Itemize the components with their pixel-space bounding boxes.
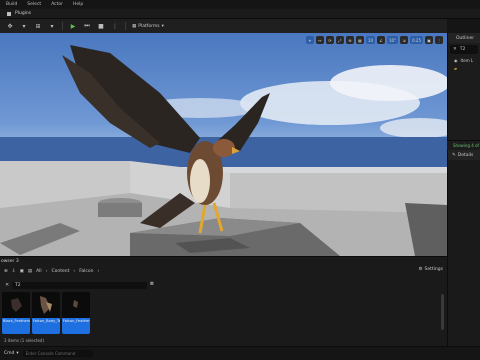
hawk-chest — [190, 159, 210, 203]
asset-label: Falcon_Feathers_Tex — [62, 318, 90, 334]
menu-help[interactable]: Help — [73, 2, 83, 7]
details-title-bar: ✎ Details — [448, 150, 480, 160]
vp-more-icon[interactable]: ⋮ — [435, 36, 443, 44]
content-browser-tab[interactable]: owser 3 — [0, 257, 19, 265]
content-browser: owser 3 ⊕ ⇩ ▣ ▤ All › Content › Falcon ›… — [0, 256, 447, 346]
close-icon[interactable]: ✕ — [453, 47, 457, 52]
settings-label: Settings — [424, 267, 443, 272]
vp-select-icon[interactable]: ⌖ — [305, 36, 314, 44]
scrollbar[interactable] — [441, 294, 444, 330]
visibility-icon[interactable]: ◉ — [454, 58, 458, 63]
save-icon[interactable]: ▣ — [20, 269, 24, 274]
menu-build[interactable]: Build — [6, 2, 17, 7]
vp-translate-icon[interactable]: ↔ — [315, 36, 324, 44]
select-mode-icon[interactable]: ✥ — [6, 22, 14, 30]
menu-bar: Build Select Actor Help — [0, 0, 480, 9]
viewport-scene — [0, 45, 447, 256]
vp-grid-snap-icon[interactable]: ▦ — [355, 36, 364, 44]
platforms-label: Platforms — [138, 23, 160, 29]
toolbar-divider — [125, 22, 126, 30]
outliner-row[interactable]: ◉ Item L — [448, 56, 480, 64]
outliner-panel: Outliner ✕ T2 ◉ Item L ▰ — [447, 33, 480, 140]
breadcrumb-content[interactable]: Content — [52, 269, 70, 274]
details-title: Details — [457, 152, 474, 158]
more-icon[interactable]: ⋮ — [111, 22, 119, 30]
vp-grid-value[interactable]: 10 — [365, 36, 375, 44]
vp-scale-icon[interactable]: ⤢ — [335, 36, 344, 44]
vp-rotate-icon[interactable]: ⟳ — [325, 36, 334, 44]
editor-tab-bar: Plugins — [0, 9, 480, 19]
platforms-icon: ▦ — [132, 23, 137, 29]
asset-thumbnail — [62, 292, 90, 318]
plugins-icon — [7, 11, 11, 16]
chevron-down-icon: ▾ — [16, 351, 19, 356]
viewport-toolbar: ⌖ ↔ ⟳ ⤢ ⊕ ▦ 10 ∠ 10° ⇲ 0.25 ▣ ⋮ — [305, 36, 443, 44]
cloud — [330, 65, 447, 101]
menu-actor[interactable]: Actor — [51, 2, 63, 7]
asset-label: Black_Feathers_Tex — [2, 318, 30, 334]
breadcrumb: ⊕ ⇩ ▣ ▤ All › Content › Falcon › — [0, 266, 447, 276]
cloud — [380, 118, 447, 138]
play-icon[interactable]: ▶ — [69, 22, 77, 30]
gear-icon: ⚙ — [418, 267, 423, 272]
chevron-right-icon: › — [97, 268, 100, 274]
settings-button[interactable]: ⚙ Settings — [418, 267, 443, 272]
chevron-right-icon: › — [45, 268, 48, 274]
breadcrumb-all[interactable]: All — [36, 269, 42, 274]
asset-count: 3 items (1 selected) — [4, 338, 45, 343]
outliner-search[interactable]: ✕ T2 — [450, 45, 478, 54]
toolbar-divider — [62, 22, 63, 30]
close-icon[interactable]: ✕ — [5, 282, 9, 288]
asset-grid: Black_Feathers_Tex Falcon_Body_Tex Falco… — [2, 292, 90, 334]
outliner-row[interactable]: ▰ — [448, 64, 480, 72]
asset-thumbnail — [2, 292, 30, 318]
stop-icon[interactable]: ■ — [97, 22, 105, 30]
platforms-button[interactable]: ▦ Platforms ▾ — [132, 24, 164, 29]
outliner-title: Outliner — [448, 33, 480, 43]
add-icon[interactable]: ⊕ — [4, 269, 8, 274]
folder-icon: ▰ — [454, 65, 458, 71]
menu-select[interactable]: Select — [27, 2, 41, 7]
details-icon: ✎ — [452, 152, 456, 158]
vp-camera-icon[interactable]: ▣ — [425, 36, 433, 44]
texture-thumb-icon — [32, 292, 60, 318]
asset-tile[interactable]: Falcon_Feathers_Tex — [62, 292, 90, 334]
outliner-count: Showing 4 of — [447, 140, 480, 150]
import-icon[interactable]: ⇩ — [12, 269, 16, 274]
asset-search-input[interactable]: T2 — [12, 282, 147, 289]
asset-thumbnail — [32, 292, 60, 318]
asset-label: Falcon_Body_Tex — [32, 318, 60, 334]
console-input[interactable]: Enter Console Command — [22, 350, 93, 357]
cmd-dropdown[interactable]: Cmd ▾ — [4, 351, 19, 356]
vp-world-icon[interactable]: ⊕ — [345, 36, 354, 44]
level-viewport[interactable]: ⌖ ↔ ⟳ ⤢ ⊕ ▦ 10 ∠ 10° ⇲ 0.25 ▣ ⋮ — [0, 33, 447, 256]
skip-icon[interactable]: ⏭ — [83, 22, 91, 30]
status-bar: Cmd ▾ Enter Console Command — [0, 346, 480, 360]
texture-thumb-icon — [62, 292, 90, 318]
outliner-search-value: T2 — [459, 47, 466, 52]
chevron-down-icon: ▾ — [161, 23, 164, 29]
asset-tile[interactable]: Falcon_Body_Tex — [32, 292, 60, 334]
hawk-head — [213, 139, 235, 157]
plugins-tab[interactable]: Plugins — [6, 11, 31, 17]
asset-tile[interactable]: Black_Feathers_Tex — [2, 292, 30, 334]
outliner-row-label: Item L — [460, 57, 474, 63]
vp-scale-snap-icon[interactable]: ⇲ — [400, 36, 409, 44]
chevron-down-icon[interactable]: ▾ — [48, 22, 56, 30]
chevron-down-icon[interactable]: ▾ — [20, 22, 28, 30]
filter-icon[interactable]: ⛃ — [150, 282, 154, 287]
texture-thumb-icon — [2, 292, 30, 318]
vp-scale-value[interactable]: 0.25 — [410, 36, 423, 44]
plugins-tab-label: Plugins — [15, 11, 32, 16]
main-toolbar: ✥ ▾ ⊞ ▾ ▶ ⏭ ■ ⋮ ▦ Platforms ▾ — [0, 19, 447, 33]
details-panel: ✎ Details — [447, 150, 480, 346]
folder-icon: ▤ — [27, 268, 33, 274]
vp-rotation-value[interactable]: 10° — [387, 36, 399, 44]
chevron-right-icon: › — [73, 268, 76, 274]
cylinder — [98, 203, 142, 217]
vp-rotation-snap-icon[interactable]: ∠ — [377, 36, 385, 44]
blueprint-icon[interactable]: ⊞ — [34, 22, 42, 30]
breadcrumb-falcon[interactable]: Falcon — [79, 269, 93, 274]
cmd-label: Cmd — [4, 351, 15, 356]
